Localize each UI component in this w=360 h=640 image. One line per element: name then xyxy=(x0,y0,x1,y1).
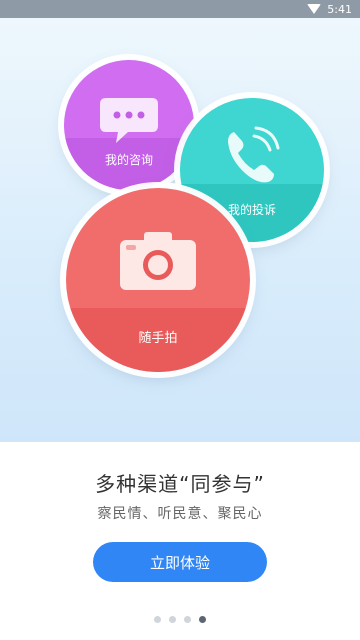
page-indicator xyxy=(0,616,360,623)
page-dot-active[interactable] xyxy=(199,616,206,623)
consult-label: 我的咨询 xyxy=(104,153,153,167)
try-now-button[interactable]: 立即体验 xyxy=(93,542,267,582)
wifi-icon xyxy=(307,4,322,14)
phone-icon xyxy=(228,126,280,183)
status-time: 5:41 xyxy=(327,2,352,16)
photo-label: 随手拍 xyxy=(138,331,178,346)
page-dot[interactable] xyxy=(169,616,176,623)
photo-circle: 随手拍 xyxy=(66,188,250,372)
page-title: 多种渠道“同参与” xyxy=(95,472,265,496)
page-subtitle: 察民情、听民意、聚民心 xyxy=(97,506,263,522)
hero-illustration: 我的咨询 我的投诉 随手拍 xyxy=(0,18,360,442)
status-bar: 5:41 xyxy=(0,0,360,18)
page-dot[interactable] xyxy=(184,616,191,623)
camera-icon xyxy=(120,232,196,290)
chat-bubble-icon xyxy=(100,98,158,143)
consult-circle: 我的咨询 xyxy=(64,60,194,190)
page-dot[interactable] xyxy=(154,616,161,623)
